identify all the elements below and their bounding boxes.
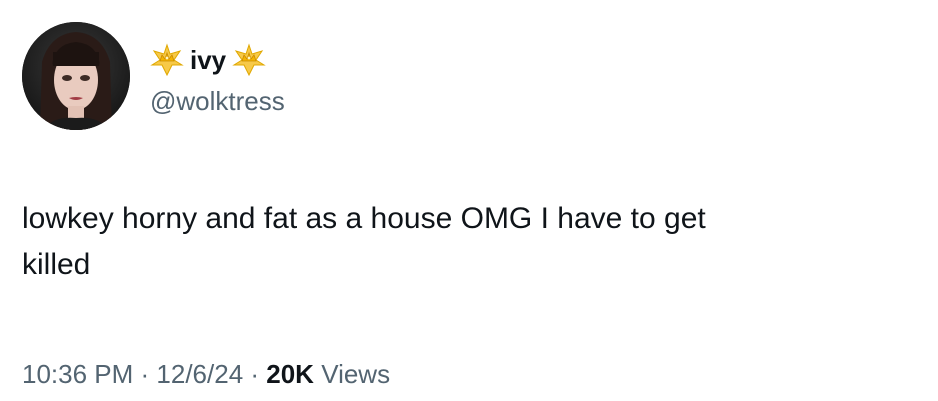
views-count[interactable]: 20K (266, 359, 314, 389)
avatar[interactable] (22, 22, 130, 130)
crown-sparkle-icon (150, 43, 184, 77)
tweet-date[interactable]: 12/6/24 (156, 359, 243, 389)
tweet-time[interactable]: 10:36 PM (22, 359, 133, 389)
views-label: Views (313, 359, 391, 389)
crown-sparkle-icon (232, 43, 266, 77)
meta-separator: · (133, 359, 157, 389)
display-name[interactable]: ivy (188, 45, 228, 75)
display-name-row[interactable]: ivy (150, 40, 266, 80)
tweet-card: ivy @wolktress lowkey horny and fat as a… (0, 0, 938, 401)
tweet-text: lowkey horny and fat as a house OMG I ha… (22, 202, 706, 281)
user-handle[interactable]: @wolktress (150, 86, 285, 116)
tweet-meta: 10:36 PM · 12/6/24 · 20K Views (22, 358, 390, 390)
avatar-portrait-icon (22, 22, 130, 130)
meta-separator: · (243, 359, 267, 389)
